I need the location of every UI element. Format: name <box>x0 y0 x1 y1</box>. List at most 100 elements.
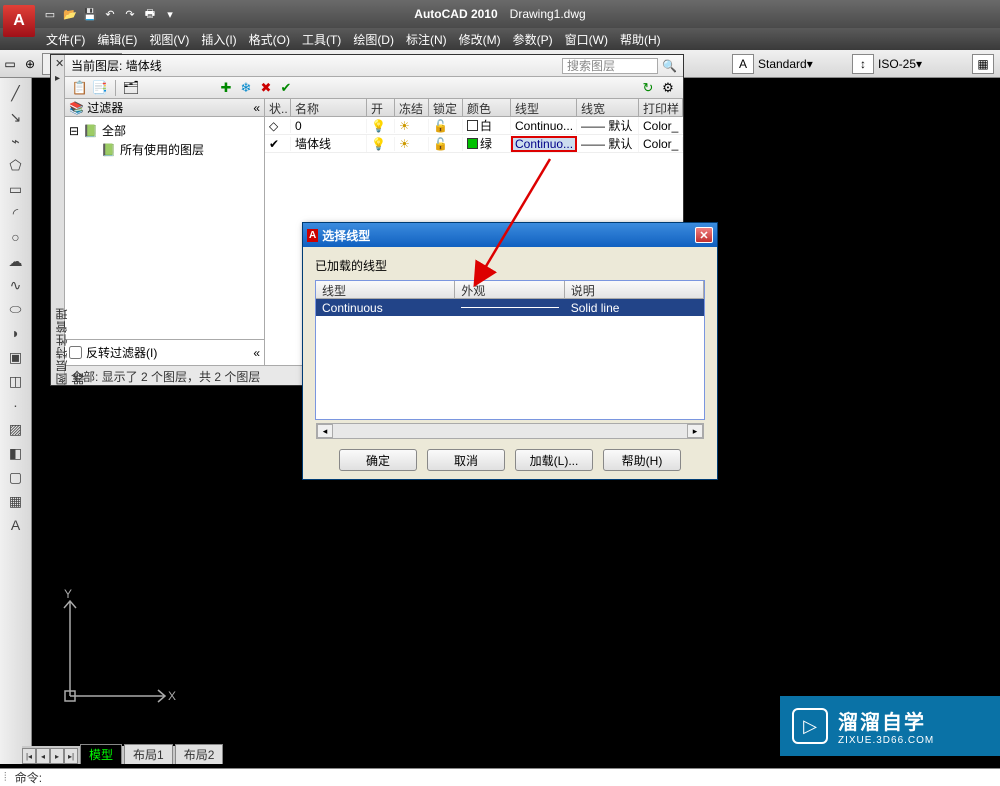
redo-icon[interactable]: ↷ <box>122 6 138 22</box>
menu-insert[interactable]: 插入(I) <box>197 29 240 50</box>
layer-col-0[interactable]: 状.. <box>265 99 291 116</box>
tab-layout1[interactable]: 布局1 <box>124 744 173 764</box>
linetype-col-1[interactable]: 外观 <box>455 281 564 298</box>
cancel-button[interactable]: 取消 <box>427 449 505 471</box>
layer-cell[interactable]: ✔ <box>265 137 291 151</box>
expand-tree-icon[interactable]: « <box>253 346 260 360</box>
new-layer-icon[interactable]: ✚ <box>217 79 235 97</box>
circle-icon[interactable]: ○ <box>5 226 27 248</box>
dimstyle-combo[interactable]: ISO-25▾ <box>878 57 968 71</box>
layer-cell[interactable]: Continuo... <box>511 119 577 133</box>
layer-cell[interactable]: ☀ <box>395 137 429 151</box>
dimstyle-icon[interactable]: ↕ <box>852 54 874 74</box>
rect-icon[interactable]: ▭ <box>5 178 27 200</box>
new-group-filter-icon[interactable]: 📑 <box>91 79 109 97</box>
help-button[interactable]: 帮助(H) <box>603 449 681 471</box>
layer-row[interactable]: ✔墙体线💡☀🔓 绿Continuo...—— 默认Color_ <box>265 135 683 153</box>
tablestyle-icon[interactable]: ▦ <box>972 54 994 74</box>
open-icon[interactable]: 📂 <box>62 6 78 22</box>
xline-icon[interactable]: ↘ <box>5 106 27 128</box>
menu-modify[interactable]: 修改(M) <box>455 29 505 50</box>
qat-drop-icon[interactable]: ▾ <box>162 6 178 22</box>
tab-new-icon[interactable]: ▭ <box>0 54 20 74</box>
layer-col-7[interactable]: 线宽 <box>577 99 639 116</box>
linetype-row-continuous[interactable]: Continuous Solid line <box>316 299 704 316</box>
layer-cell[interactable]: 绿 <box>463 135 511 152</box>
layer-cell[interactable]: Continuo... <box>511 136 577 152</box>
insert-icon[interactable]: ▣ <box>5 346 27 368</box>
search-icon[interactable]: 🔍 <box>662 59 677 73</box>
ellipse-icon[interactable]: ⬭ <box>5 298 27 320</box>
hatch-icon[interactable]: ▨ <box>5 418 27 440</box>
layer-cell[interactable]: 0 <box>291 119 367 133</box>
layer-cell[interactable]: 💡 <box>367 137 395 151</box>
command-line[interactable]: ⦙ 命令: <box>0 768 1000 786</box>
layer-search-input[interactable]: 搜索图层 <box>562 58 658 74</box>
layer-col-5[interactable]: 颜色 <box>463 99 511 116</box>
layer-cell[interactable]: —— 默认 <box>577 117 639 134</box>
point-icon[interactable]: · <box>5 394 27 416</box>
undo-icon[interactable]: ↶ <box>102 6 118 22</box>
layer-grid-header[interactable]: 状..名称开冻结锁定颜色线型线宽打印样 <box>265 99 683 117</box>
scroll-right-icon[interactable]: ▸ <box>687 424 703 438</box>
tab-prev-icon[interactable]: ◂ <box>36 748 50 764</box>
menu-dim[interactable]: 标注(N) <box>402 29 451 50</box>
layer-col-1[interactable]: 名称 <box>291 99 367 116</box>
pline-icon[interactable]: ⌁ <box>5 130 27 152</box>
linetype-col-0[interactable]: 线型 <box>316 281 455 298</box>
set-current-icon[interactable]: ✔ <box>277 79 295 97</box>
textstyle-combo[interactable]: Standard▾ <box>758 57 848 71</box>
menu-help[interactable]: 帮助(H) <box>616 29 665 50</box>
tab-open-icon[interactable]: ⊕ <box>20 54 40 74</box>
menu-file[interactable]: 文件(F) <box>42 29 89 50</box>
table-icon[interactable]: ▦ <box>5 490 27 512</box>
refresh-icon[interactable]: ↻ <box>639 79 657 97</box>
collapse-tree-icon[interactable]: « <box>253 101 260 115</box>
layer-row[interactable]: ◇0💡☀🔓 白Continuo...—— 默认Color_ <box>265 117 683 135</box>
scroll-left-icon[interactable]: ◂ <box>317 424 333 438</box>
layer-cell[interactable]: —— 默认 <box>577 135 639 152</box>
print-icon[interactable]: 🖶 <box>142 6 158 22</box>
menu-draw[interactable]: 绘图(D) <box>349 29 398 50</box>
layer-cell[interactable]: ☀ <box>395 119 429 133</box>
layer-col-4[interactable]: 锁定 <box>429 99 463 116</box>
mtext-icon[interactable]: A <box>5 514 27 536</box>
linetype-hscrollbar[interactable]: ◂ ▸ <box>316 423 704 439</box>
new-layer-frozen-icon[interactable]: ❄ <box>237 79 255 97</box>
ellipsearc-icon[interactable]: ◗ <box>5 322 27 344</box>
layer-cell[interactable]: 墙体线 <box>291 135 367 152</box>
tab-model[interactable]: 模型 <box>80 744 122 764</box>
textstyle-icon[interactable]: A <box>732 54 754 74</box>
layer-cell[interactable]: 🔓 <box>429 137 463 151</box>
delete-layer-icon[interactable]: ✖ <box>257 79 275 97</box>
tab-layout2[interactable]: 布局2 <box>175 744 224 764</box>
dialog-close-icon[interactable]: ✕ <box>695 227 713 243</box>
menu-tools[interactable]: 工具(T) <box>298 29 345 50</box>
line-icon[interactable]: ╱ <box>5 82 27 104</box>
filter-stack-icon[interactable]: 📚 过滤器 <box>69 99 123 116</box>
menu-window[interactable]: 窗口(W) <box>561 29 612 50</box>
palette-close-icon[interactable]: ✕ <box>55 57 64 70</box>
new-icon[interactable]: ▭ <box>42 6 58 22</box>
load-button[interactable]: 加载(L)... <box>515 449 593 471</box>
layer-col-3[interactable]: 冻结 <box>395 99 429 116</box>
arc-icon[interactable]: ◜ <box>5 202 27 224</box>
tab-next-icon[interactable]: ▸ <box>50 748 64 764</box>
layer-cell[interactable]: 🔓 <box>429 119 463 133</box>
layer-cell[interactable]: 💡 <box>367 119 395 133</box>
layer-cell[interactable]: Color_ <box>639 137 683 151</box>
menu-view[interactable]: 视图(V) <box>145 29 193 50</box>
revcloud-icon[interactable]: ☁ <box>5 250 27 272</box>
layer-col-6[interactable]: 线型 <box>511 99 577 116</box>
tab-first-icon[interactable]: |◂ <box>22 748 36 764</box>
menu-param[interactable]: 参数(P) <box>509 29 557 50</box>
tree-root[interactable]: ⊟📗全部 <box>69 121 260 140</box>
app-badge[interactable]: A <box>3 5 35 37</box>
region-icon[interactable]: ▢ <box>5 466 27 488</box>
ok-button[interactable]: 确定 <box>339 449 417 471</box>
layer-cell[interactable]: Color_ <box>639 119 683 133</box>
palette-pin-icon[interactable]: ▸ <box>55 73 60 84</box>
menu-format[interactable]: 格式(O) <box>245 29 294 50</box>
tree-child-used[interactable]: 📗所有使用的图层 <box>69 140 260 159</box>
layer-cell[interactable]: ◇ <box>265 119 291 133</box>
